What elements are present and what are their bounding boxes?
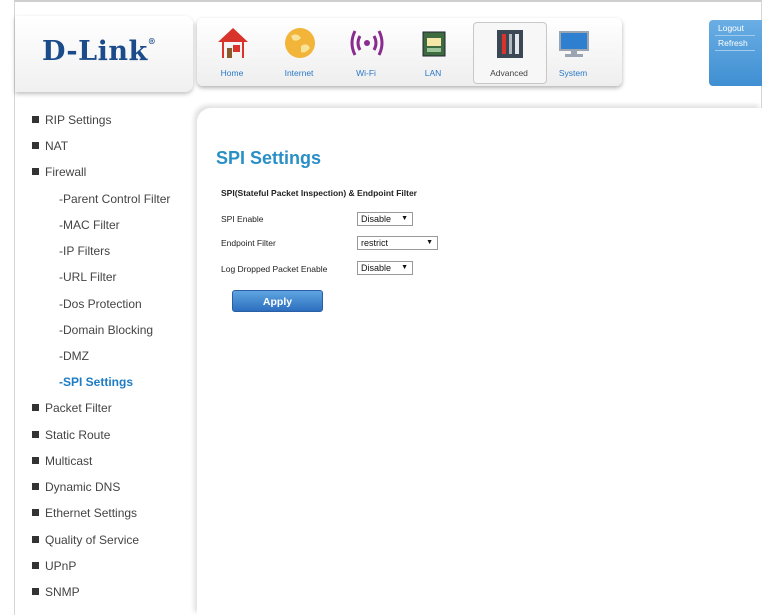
- sidebar-item-upnp[interactable]: UPnP: [32, 559, 76, 579]
- sidebar-item-label: NAT: [45, 139, 69, 153]
- dropdown-arrow-icon: ▼: [401, 215, 408, 222]
- sidebar-item-packet-filter[interactable]: Packet Filter: [32, 401, 112, 421]
- bullet-icon: [32, 116, 39, 123]
- bullet-icon: [32, 509, 39, 516]
- logout-link[interactable]: Logout: [718, 23, 762, 33]
- endpoint-filter-value: restrict: [361, 238, 388, 248]
- sidebar-item-label: Firewall: [45, 165, 87, 179]
- page-title: SPI Settings: [216, 148, 322, 168]
- sidebar-item-dos-protection[interactable]: -Dos Protection: [59, 297, 142, 317]
- sidebar-item-spi-settings[interactable]: -SPI Settings: [59, 375, 133, 395]
- dropdown-arrow-icon: ▼: [426, 239, 433, 246]
- tools-icon: [497, 30, 523, 58]
- log-dropped-packet-value: Disable: [361, 263, 392, 273]
- brand-logo: D-Link®: [42, 36, 157, 67]
- monitor-icon: [559, 31, 589, 57]
- nav-internet[interactable]: Internet: [269, 18, 329, 86]
- sidebar-item-static-route[interactable]: Static Route: [32, 428, 110, 448]
- main-nav: Home Internet Wi-Fi LAN Advanced System: [197, 18, 622, 86]
- dropdown-arrow-icon: ▼: [401, 264, 408, 271]
- sidebar-item-label: RIP Settings: [45, 113, 112, 127]
- nav-advanced-label: Advanced: [490, 68, 528, 78]
- refresh-link[interactable]: Refresh: [718, 38, 762, 48]
- sidebar-item-label: Quality of Service: [45, 533, 140, 547]
- section-heading: SPI(Stateful Packet Inspection) & Endpoi…: [221, 188, 417, 198]
- sidebar-item-snmp[interactable]: SNMP: [32, 585, 80, 605]
- nav-internet-label: Internet: [284, 68, 314, 78]
- sidebar-item-label: Dynamic DNS: [45, 480, 121, 494]
- content-panel: SPI Settings SPI(Stateful Packet Inspect…: [197, 108, 762, 615]
- sidebar-item-ip-filters[interactable]: -IP Filters: [59, 244, 110, 264]
- bullet-icon: [32, 588, 39, 595]
- home-icon: [218, 28, 248, 58]
- spi-enable-value: Disable: [361, 214, 392, 224]
- bullet-icon: [32, 404, 39, 411]
- session-divider: [715, 35, 755, 36]
- nav-system-label: System: [558, 68, 588, 78]
- bullet-icon: [32, 483, 39, 490]
- registered-mark-icon: ®: [147, 36, 157, 46]
- bullet-icon: [32, 431, 39, 438]
- sidebar-item-rip-settings[interactable]: RIP Settings: [32, 113, 111, 133]
- spi-enable-label: SPI Enable: [221, 214, 264, 224]
- nav-wifi[interactable]: Wi-Fi: [336, 18, 396, 86]
- sidebar-item-dmz[interactable]: -DMZ: [59, 349, 89, 369]
- sidebar-item-dynamic-dns[interactable]: Dynamic DNS: [32, 480, 120, 500]
- nav-home-label: Home: [220, 68, 244, 78]
- top-rule: [14, 0, 762, 2]
- sidebar-item-label: SNMP: [45, 585, 80, 599]
- nav-lan[interactable]: LAN: [403, 18, 463, 86]
- sidebar-item-quality-of-service[interactable]: Quality of Service: [32, 533, 139, 553]
- lan-icon: [422, 31, 446, 57]
- spi-enable-select[interactable]: Disable ▼: [357, 212, 413, 226]
- sidebar-item-nat[interactable]: NAT: [32, 139, 68, 159]
- session-divider: [715, 50, 755, 51]
- bullet-icon: [32, 457, 39, 464]
- bullet-icon: [32, 562, 39, 569]
- sidebar-item-ethernet-settings[interactable]: Ethernet Settings: [32, 506, 137, 526]
- apply-button[interactable]: Apply: [232, 290, 323, 312]
- nav-advanced[interactable]: Advanced: [479, 18, 539, 86]
- log-dropped-packet-label: Log Dropped Packet Enable: [221, 264, 328, 274]
- sidebar-item-label: Packet Filter: [45, 401, 112, 415]
- bullet-icon: [32, 536, 39, 543]
- wifi-icon: [350, 30, 384, 56]
- bullet-icon: [32, 168, 39, 175]
- nav-home[interactable]: Home: [202, 18, 262, 86]
- session-panel: Logout Refresh: [709, 20, 762, 86]
- sidebar-item-domain-blocking[interactable]: -Domain Blocking: [59, 323, 153, 343]
- sidebar-item-multicast[interactable]: Multicast: [32, 454, 92, 474]
- sidebar-item-firewall[interactable]: Firewall: [32, 165, 86, 185]
- sidebar-item-label: UPnP: [45, 559, 77, 573]
- sidebar-item-url-filter[interactable]: -URL Filter: [59, 270, 117, 290]
- nav-lan-label: LAN: [424, 68, 442, 78]
- logo-panel: D-Link®: [15, 16, 193, 92]
- sidebar-item-label: Static Route: [45, 428, 111, 442]
- sidebar-item-parent-control-filter[interactable]: -Parent Control Filter: [59, 192, 170, 212]
- sidebar-item-label: Ethernet Settings: [45, 506, 138, 520]
- log-dropped-packet-select[interactable]: Disable ▼: [357, 261, 413, 275]
- sidebar-item-label: Multicast: [45, 454, 93, 468]
- endpoint-filter-label: Endpoint Filter: [221, 238, 276, 248]
- nav-system[interactable]: System: [543, 18, 603, 86]
- bullet-icon: [32, 142, 39, 149]
- nav-wifi-label: Wi-Fi: [356, 68, 376, 78]
- sidebar-item-mac-filter[interactable]: -MAC Filter: [59, 218, 120, 238]
- globe-icon: [285, 28, 315, 58]
- endpoint-filter-select[interactable]: restrict ▼: [357, 236, 438, 250]
